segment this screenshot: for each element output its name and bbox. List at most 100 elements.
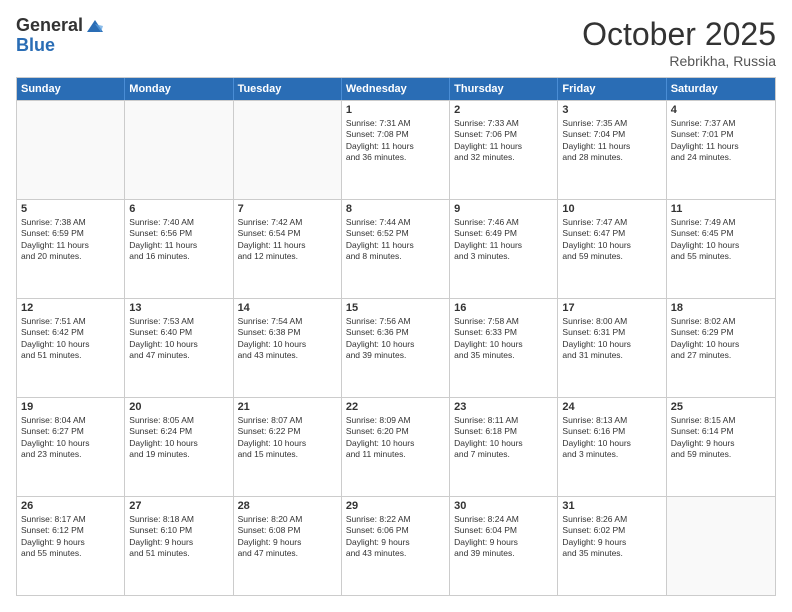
day-info: Sunrise: 7:47 AM Sunset: 6:47 PM Dayligh… — [562, 217, 661, 263]
day-info: Sunrise: 8:18 AM Sunset: 6:10 PM Dayligh… — [129, 514, 228, 560]
day-number: 21 — [238, 401, 337, 413]
header-monday: Monday — [125, 78, 233, 100]
day-info: Sunrise: 8:20 AM Sunset: 6:08 PM Dayligh… — [238, 514, 337, 560]
day-info: Sunrise: 8:22 AM Sunset: 6:06 PM Dayligh… — [346, 514, 445, 560]
calendar-week-2: 5Sunrise: 7:38 AM Sunset: 6:59 PM Daylig… — [17, 199, 775, 298]
calendar-cell — [125, 101, 233, 199]
day-info: Sunrise: 8:07 AM Sunset: 6:22 PM Dayligh… — [238, 415, 337, 461]
day-info: Sunrise: 7:37 AM Sunset: 7:01 PM Dayligh… — [671, 118, 771, 164]
header-wednesday: Wednesday — [342, 78, 450, 100]
day-number: 20 — [129, 401, 228, 413]
logo-icon — [85, 16, 105, 36]
day-number: 26 — [21, 500, 120, 512]
day-number: 28 — [238, 500, 337, 512]
calendar: Sunday Monday Tuesday Wednesday Thursday… — [16, 77, 776, 596]
day-info: Sunrise: 8:13 AM Sunset: 6:16 PM Dayligh… — [562, 415, 661, 461]
day-info: Sunrise: 7:46 AM Sunset: 6:49 PM Dayligh… — [454, 217, 553, 263]
calendar-cell: 25Sunrise: 8:15 AM Sunset: 6:14 PM Dayli… — [667, 398, 775, 496]
calendar-cell: 22 Sunrise: 8:09 AM Sunset: 6:20 PM Dayli… — [342, 398, 450, 496]
day-info: Sunrise: 7:40 AM Sunset: 6:56 PM Dayligh… — [129, 217, 228, 263]
page: General Blue October 2025 Rebrikha, Russ… — [0, 0, 792, 612]
day-number: 10 — [562, 203, 661, 215]
day-number: 12 — [21, 302, 120, 314]
day-info: Sunrise: 8:04 AM Sunset: 6:27 PM Dayligh… — [21, 415, 120, 461]
day-number: 6 — [129, 203, 228, 215]
header-friday: Friday — [558, 78, 666, 100]
logo-blue: Blue — [16, 36, 105, 56]
day-number: 27 — [129, 500, 228, 512]
header-tuesday: Tuesday — [234, 78, 342, 100]
subtitle: Rebrikha, Russia — [582, 53, 776, 69]
calendar-cell: 31Sunrise: 8:26 AM Sunset: 6:02 PM Dayli… — [558, 497, 666, 595]
calendar-week-3: 12 Sunrise: 7:51 AM Sunset: 6:42 PM Dayli… — [17, 298, 775, 397]
logo-text: General Blue — [16, 16, 105, 56]
day-info: Sunrise: 7:51 AM Sunset: 6:42 PM Dayligh… — [21, 316, 120, 362]
calendar-week-1: 1 Sunrise: 7:31 AM Sunset: 7:08 PM Daylig… — [17, 100, 775, 199]
logo-general: General — [16, 16, 83, 36]
calendar-cell: 23 Sunrise: 8:11 AM Sunset: 6:18 PM Dayli… — [450, 398, 558, 496]
calendar-cell: 19 Sunrise: 8:04 AM Sunset: 6:27 PM Dayli… — [17, 398, 125, 496]
day-info: Sunrise: 7:44 AM Sunset: 6:52 PM Dayligh… — [346, 217, 445, 263]
calendar-cell: 27 Sunrise: 8:18 AM Sunset: 6:10 PM Dayli… — [125, 497, 233, 595]
title-block: October 2025 Rebrikha, Russia — [582, 16, 776, 69]
day-info: Sunrise: 8:05 AM Sunset: 6:24 PM Dayligh… — [129, 415, 228, 461]
day-number: 8 — [346, 203, 445, 215]
day-number: 4 — [671, 104, 771, 116]
day-number: 24 — [562, 401, 661, 413]
day-number: 17 — [562, 302, 661, 314]
day-info: Sunrise: 7:35 AM Sunset: 7:04 PM Dayligh… — [562, 118, 661, 164]
day-info: Sunrise: 8:17 AM Sunset: 6:12 PM Dayligh… — [21, 514, 120, 560]
day-info: Sunrise: 8:11 AM Sunset: 6:18 PM Dayligh… — [454, 415, 553, 461]
day-number: 18 — [671, 302, 771, 314]
day-info: Sunrise: 7:42 AM Sunset: 6:54 PM Dayligh… — [238, 217, 337, 263]
calendar-cell: 8 Sunrise: 7:44 AM Sunset: 6:52 PM Daylig… — [342, 200, 450, 298]
day-info: Sunrise: 7:56 AM Sunset: 6:36 PM Dayligh… — [346, 316, 445, 362]
header-saturday: Saturday — [667, 78, 775, 100]
day-number: 7 — [238, 203, 337, 215]
day-number: 16 — [454, 302, 553, 314]
day-number: 31 — [562, 500, 661, 512]
calendar-cell — [17, 101, 125, 199]
calendar-cell: 26 Sunrise: 8:17 AM Sunset: 6:12 PM Dayli… — [17, 497, 125, 595]
calendar-cell — [667, 497, 775, 595]
calendar-cell: 24 Sunrise: 8:13 AM Sunset: 6:16 PM Dayli… — [558, 398, 666, 496]
calendar-cell: 4 Sunrise: 7:37 AM Sunset: 7:01 PM Daylig… — [667, 101, 775, 199]
day-info: Sunrise: 7:53 AM Sunset: 6:40 PM Dayligh… — [129, 316, 228, 362]
day-number: 29 — [346, 500, 445, 512]
day-number: 3 — [562, 104, 661, 116]
calendar-cell: 11 Sunrise: 7:49 AM Sunset: 6:45 PM Dayli… — [667, 200, 775, 298]
day-info: Sunrise: 7:31 AM Sunset: 7:08 PM Dayligh… — [346, 118, 445, 164]
calendar-body: 1 Sunrise: 7:31 AM Sunset: 7:08 PM Daylig… — [17, 100, 775, 595]
calendar-cell — [234, 101, 342, 199]
calendar-cell: 20 Sunrise: 8:05 AM Sunset: 6:24 PM Dayli… — [125, 398, 233, 496]
calendar-cell: 7 Sunrise: 7:42 AM Sunset: 6:54 PM Daylig… — [234, 200, 342, 298]
calendar-cell: 29 Sunrise: 8:22 AM Sunset: 6:06 PM Dayli… — [342, 497, 450, 595]
day-number: 19 — [21, 401, 120, 413]
calendar-cell: 15 Sunrise: 7:56 AM Sunset: 6:36 PM Dayli… — [342, 299, 450, 397]
calendar-cell: 6 Sunrise: 7:40 AM Sunset: 6:56 PM Daylig… — [125, 200, 233, 298]
day-info: Sunrise: 7:54 AM Sunset: 6:38 PM Dayligh… — [238, 316, 337, 362]
calendar-week-4: 19 Sunrise: 8:04 AM Sunset: 6:27 PM Dayli… — [17, 397, 775, 496]
day-number: 23 — [454, 401, 553, 413]
calendar-cell: 17Sunrise: 8:00 AM Sunset: 6:31 PM Dayli… — [558, 299, 666, 397]
calendar-week-5: 26 Sunrise: 8:17 AM Sunset: 6:12 PM Dayli… — [17, 496, 775, 595]
day-info: Sunrise: 7:58 AM Sunset: 6:33 PM Dayligh… — [454, 316, 553, 362]
day-number: 22 — [346, 401, 445, 413]
day-number: 25 — [671, 401, 771, 413]
day-info: Sunrise: 8:09 AM Sunset: 6:20 PM Dayligh… — [346, 415, 445, 461]
calendar-header: Sunday Monday Tuesday Wednesday Thursday… — [17, 78, 775, 100]
day-number: 11 — [671, 203, 771, 215]
calendar-cell: 18Sunrise: 8:02 AM Sunset: 6:29 PM Dayli… — [667, 299, 775, 397]
calendar-cell: 1 Sunrise: 7:31 AM Sunset: 7:08 PM Daylig… — [342, 101, 450, 199]
day-number: 15 — [346, 302, 445, 314]
day-info: Sunrise: 7:49 AM Sunset: 6:45 PM Dayligh… — [671, 217, 771, 263]
day-number: 9 — [454, 203, 553, 215]
day-number: 1 — [346, 104, 445, 116]
header-sunday: Sunday — [17, 78, 125, 100]
calendar-cell: 21 Sunrise: 8:07 AM Sunset: 6:22 PM Dayli… — [234, 398, 342, 496]
month-title: October 2025 — [582, 16, 776, 53]
calendar-cell: 13 Sunrise: 7:53 AM Sunset: 6:40 PM Dayli… — [125, 299, 233, 397]
day-info: Sunrise: 8:24 AM Sunset: 6:04 PM Dayligh… — [454, 514, 553, 560]
day-number: 13 — [129, 302, 228, 314]
day-number: 2 — [454, 104, 553, 116]
